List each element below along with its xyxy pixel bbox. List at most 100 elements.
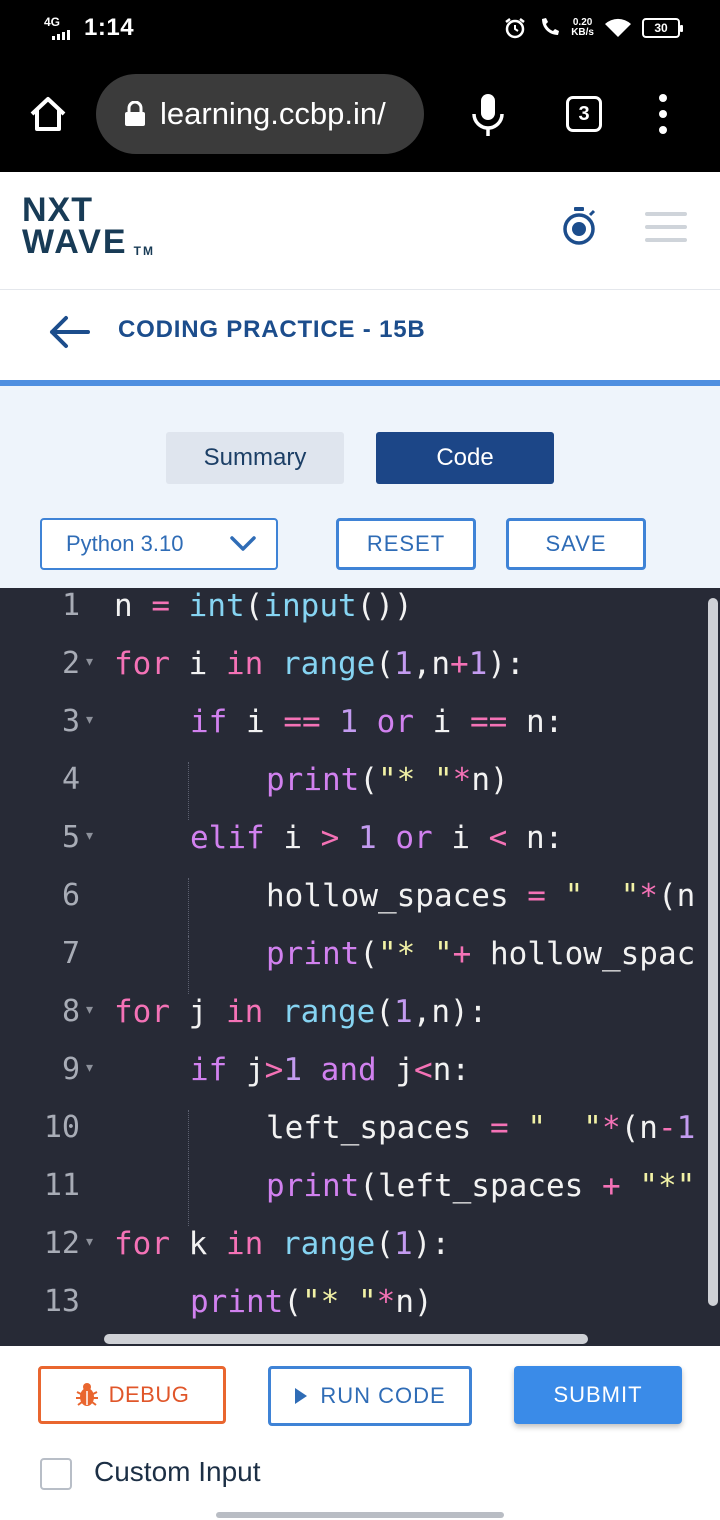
code-text[interactable]: if j>1 and j<n: <box>190 1052 470 1088</box>
code-token: print <box>266 1168 360 1204</box>
fold-arrow-icon[interactable]: ▾ <box>86 712 93 728</box>
code-text[interactable]: left_spaces = " "*(n-1 <box>266 1110 695 1146</box>
code-token: ): <box>412 1226 450 1262</box>
reset-button[interactable]: RESET <box>336 518 476 570</box>
debug-button[interactable]: DEBUG <box>38 1366 226 1424</box>
code-text[interactable]: n = int(input()) <box>114 588 413 624</box>
code-token: or <box>395 820 433 856</box>
code-text[interactable]: print(left_spaces + "*" <box>266 1168 695 1204</box>
tab-summary[interactable]: Summary <box>166 432 344 484</box>
code-token: + <box>601 1168 621 1204</box>
code-token: left_spaces <box>266 1110 490 1146</box>
code-token: hollow_spac <box>471 936 696 972</box>
code-token: print <box>266 762 360 798</box>
language-value: Python 3.10 <box>66 531 184 556</box>
submit-button[interactable]: SUBMIT <box>514 1366 682 1424</box>
run-code-button[interactable]: RUN CODE <box>268 1366 472 1426</box>
code-text[interactable]: for i in range(1,n+1): <box>114 646 525 682</box>
line-number: 12 <box>43 1226 80 1261</box>
address-bar[interactable]: learning.ccbp.in/ <box>96 74 424 154</box>
microphone-icon[interactable] <box>470 92 506 138</box>
code-line[interactable]: 2 ▾ for i in range(1,n+1): <box>0 646 720 704</box>
fold-arrow-icon[interactable]: ▾ <box>86 1060 93 1076</box>
code-editor[interactable]: 1n = int(input()) 2 ▾ for i in range(1,n+1)… <box>0 588 720 1346</box>
save-button[interactable]: SAVE <box>506 518 646 570</box>
code-token: range <box>282 994 376 1030</box>
status-bar: 4G 1:14 0.20 KB/s 30 <box>0 0 720 56</box>
line-number: 4 <box>61 762 80 797</box>
code-token: n <box>114 588 152 624</box>
code-token: (n <box>620 1110 658 1146</box>
horizontal-scrollbar[interactable] <box>104 1334 588 1344</box>
fold-arrow-icon[interactable]: ▾ <box>86 1234 93 1250</box>
network-speed: 0.20 KB/s <box>571 17 594 38</box>
code-line[interactable]: 3 ▾ if i == 1 or i == n: <box>0 704 720 762</box>
code-text[interactable]: if i == 1 or i == n: <box>190 704 563 740</box>
code-line[interactable]: 4 print("* "*n) <box>0 762 720 820</box>
signal-icon: 4G <box>44 14 74 42</box>
code-line[interactable]: 1n = int(input()) <box>0 588 720 646</box>
code-token: * <box>452 762 472 798</box>
code-token: ): <box>487 646 525 682</box>
code-token: ( <box>375 994 394 1030</box>
home-icon[interactable] <box>28 94 68 134</box>
code-token: ,n <box>412 646 450 682</box>
code-token: for <box>114 994 170 1030</box>
code-token: < <box>414 1052 433 1088</box>
code-line[interactable]: 12 ▾ for k in range(1): <box>0 1226 720 1284</box>
code-text[interactable]: hollow_spaces = " "*(n <box>266 878 695 914</box>
code-token: or <box>376 704 414 740</box>
code-token: 1 <box>394 1226 413 1262</box>
code-text[interactable]: print("* "*n) <box>266 762 509 798</box>
code-line[interactable]: 6 hollow_spaces = " "*(n <box>0 878 720 936</box>
line-number: 3 <box>61 704 80 739</box>
code-line[interactable]: 11 print(left_spaces + "*" <box>0 1168 720 1226</box>
code-token: input <box>263 588 357 624</box>
code-line[interactable]: 10 left_spaces = " "*(n-1 <box>0 1110 720 1168</box>
editor-toolbar: Summary Code Python 3.10 RESET SAVE <box>0 386 720 588</box>
code-text[interactable]: for k in range(1): <box>114 1226 450 1262</box>
code-text[interactable]: elif i > 1 or i < n: <box>190 820 563 856</box>
home-indicator[interactable] <box>216 1512 504 1518</box>
hamburger-menu-icon[interactable] <box>645 212 687 242</box>
stopwatch-icon[interactable] <box>560 206 598 246</box>
nxtwave-logo[interactable]: NXT WAVE TM <box>22 193 155 259</box>
vertical-scrollbar[interactable] <box>708 598 718 1306</box>
url-text[interactable]: learning.ccbp.in/ <box>160 96 386 132</box>
back-arrow-icon[interactable] <box>48 314 90 350</box>
code-token: + <box>450 646 469 682</box>
custom-input-label[interactable]: Custom Input <box>94 1456 261 1488</box>
fold-arrow-icon[interactable]: ▾ <box>86 1002 93 1018</box>
code-token: "* " <box>378 936 453 972</box>
code-line[interactable]: 8 ▾ for j in range(1,n): <box>0 994 720 1052</box>
language-select[interactable]: Python 3.10 <box>40 518 278 570</box>
indent-guide <box>188 936 189 994</box>
indent-guide <box>188 1110 189 1168</box>
code-token: * <box>639 878 658 914</box>
code-line[interactable]: 9 ▾ if j>1 and j<n: <box>0 1052 720 1110</box>
code-token: elif <box>190 820 265 856</box>
code-token: ( <box>283 1284 302 1320</box>
code-line[interactable]: 5 ▾ elif i > 1 or i < n: <box>0 820 720 878</box>
browser-toolbar: learning.ccbp.in/ 3 <box>0 56 720 172</box>
custom-input-checkbox[interactable] <box>40 1458 72 1490</box>
browser-menu-icon[interactable] <box>652 94 674 134</box>
code-line[interactable]: 7 print("* "+ hollow_spac <box>0 936 720 994</box>
code-text[interactable]: print("* "*n) <box>190 1284 433 1320</box>
code-token: i <box>227 704 284 740</box>
code-token: ( <box>359 762 378 798</box>
code-token: (n <box>657 878 696 914</box>
fold-arrow-icon[interactable]: ▾ <box>86 654 93 670</box>
code-token: 1 <box>339 704 358 740</box>
tab-code[interactable]: Code <box>376 432 554 484</box>
code-token: 1 <box>283 1052 302 1088</box>
fold-arrow-icon[interactable]: ▾ <box>86 828 93 844</box>
code-text[interactable]: print("* "+ hollow_spac <box>266 936 695 972</box>
alarm-icon <box>505 18 525 39</box>
tab-switcher-button[interactable]: 3 <box>566 96 602 132</box>
code-token: k <box>170 1226 226 1262</box>
code-text[interactable]: for j in range(1,n): <box>114 994 487 1030</box>
